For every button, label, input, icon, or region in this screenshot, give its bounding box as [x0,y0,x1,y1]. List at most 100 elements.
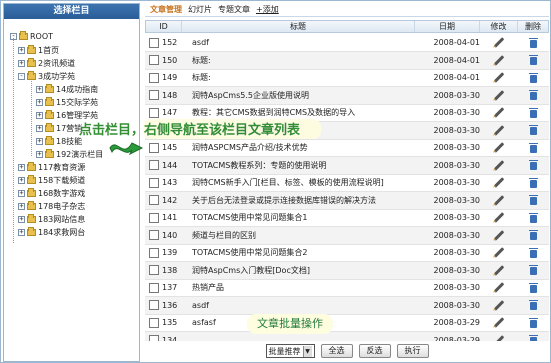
pencil-icon[interactable] [493,212,505,223]
row-checkbox[interactable] [149,212,159,223]
expand-icon[interactable]: + [18,202,25,210]
row-title[interactable]: 热销产品 [192,282,415,293]
table-row[interactable]: 149 标题: 2008-04-01 [145,69,549,87]
row-checkbox[interactable] [149,247,159,258]
row-title[interactable]: 频道与栏目的区别 [192,230,415,241]
col-id[interactable]: ID [146,21,182,32]
edit-cell[interactable] [480,159,518,171]
pencil-icon[interactable] [493,264,505,276]
table-row[interactable]: 138 润特AspCms入门教程[Doc文档] 2008-03-30 [145,261,549,280]
tree-node-item[interactable]: +168数字游戏 [18,187,85,199]
expand-icon[interactable]: + [36,98,43,106]
col-title[interactable]: 标题 [182,21,415,32]
expand-icon[interactable]: + [36,85,43,93]
tab-0[interactable]: 文章管理 [150,4,182,15]
delete-cell[interactable] [518,72,548,83]
trash-icon[interactable] [528,125,538,135]
row-title[interactable]: asdf [192,301,415,310]
add-article-link[interactable]: +添加 [256,4,279,15]
tree-node-item[interactable]: +117教育资源 [18,161,85,173]
tree-node-item[interactable]: +192演示栏目 [36,148,103,160]
tree-node-item[interactable]: +183网站信息 [18,213,85,225]
pencil-icon[interactable] [493,194,505,206]
delete-cell[interactable] [518,300,548,310]
edit-cell[interactable] [480,264,518,276]
row-title[interactable]: 教程：其它CMS数据到润特CMS及数据的导入 [192,107,415,118]
tree-node-item[interactable]: +184求救网台 [18,226,85,238]
delete-cell[interactable] [518,317,548,328]
pencil-icon[interactable] [493,89,505,101]
select-all-button[interactable]: 全选 [320,344,353,358]
row-title[interactable]: 标题: [192,55,415,66]
table-row[interactable]: 137 热销产品 2008-03-30 [145,279,549,297]
pencil-icon[interactable] [493,107,505,118]
expand-icon[interactable]: + [18,46,25,54]
expand-icon[interactable]: + [36,137,43,145]
tree-node-item[interactable]: +158下载频道 [18,174,85,186]
pencil-icon[interactable] [493,282,505,293]
row-checkbox[interactable] [149,72,159,83]
pencil-icon[interactable] [493,124,505,136]
trash-icon[interactable] [528,247,538,258]
chevron-down-icon[interactable]: ▼ [302,345,312,357]
trash-icon[interactable] [528,160,538,170]
collapse-icon[interactable]: - [18,72,25,80]
edit-cell[interactable] [480,282,518,293]
execute-button[interactable]: 执行 [396,344,429,358]
pencil-icon[interactable] [493,54,505,66]
edit-cell[interactable] [480,72,518,83]
edit-cell[interactable] [480,89,518,101]
expand-icon[interactable]: + [36,111,43,119]
pencil-icon[interactable] [493,317,505,328]
pencil-icon[interactable] [493,229,505,241]
table-row[interactable]: 140 频道与栏目的区别 2008-03-30 [145,226,549,245]
delete-cell[interactable] [518,160,548,170]
row-checkbox[interactable] [149,317,159,328]
trash-icon[interactable] [528,265,538,275]
expand-icon[interactable]: + [18,189,25,197]
tree-node-item[interactable]: - 3成功学苑 [18,70,75,82]
trash-icon[interactable] [528,300,538,310]
delete-cell[interactable] [518,247,548,258]
tree-node-root[interactable]: - ROOT [10,30,53,42]
table-row[interactable]: 145 润特ASPCMS产品介绍/技术优势 2008-03-30 [145,139,549,157]
trash-icon[interactable] [528,107,538,118]
row-title[interactable]: 润特CMS新手入门[栏目、标签、模板的使用流程说明] [192,177,415,188]
row-checkbox[interactable] [149,282,159,293]
pencil-icon[interactable] [493,177,505,188]
tree-node-item[interactable]: +2资讯频道 [18,57,75,69]
trash-icon[interactable] [528,230,538,240]
table-row[interactable]: 135 asfasf 2008-03-29 [145,314,549,332]
pencil-icon[interactable] [493,159,505,171]
edit-cell[interactable] [480,177,518,188]
expand-icon[interactable]: + [18,215,25,223]
table-row[interactable]: 144 TOTACMS教程系列：专题的使用说明 2008-03-30 [145,156,549,175]
table-row[interactable]: 136 asdf 2008-03-30 [145,296,549,315]
table-row[interactable]: 141 TOTACMS使用中常见问题集合1 2008-03-30 [145,209,549,227]
trash-icon[interactable] [528,212,538,223]
trash-icon[interactable] [528,142,538,153]
table-row[interactable]: 142 关于后台无法登录或提示连接数据库错误的解决方法 2008-03-30 [145,191,549,210]
edit-cell[interactable] [480,107,518,118]
row-title[interactable]: 关于后台无法登录或提示连接数据库错误的解决方法 [192,195,415,206]
edit-cell[interactable] [480,229,518,241]
row-checkbox[interactable] [149,230,159,240]
expand-icon[interactable]: + [18,59,25,67]
expand-icon[interactable]: + [18,176,25,184]
delete-cell[interactable] [518,230,548,240]
delete-cell[interactable] [518,177,548,188]
row-checkbox[interactable] [149,265,159,275]
row-title[interactable]: TOTACMS使用中常见问题集合2 [192,247,415,258]
row-checkbox[interactable] [149,300,159,310]
edit-cell[interactable] [480,212,518,223]
table-row[interactable]: 150 标题: 2008-04-01 [145,51,549,70]
edit-cell[interactable] [480,299,518,311]
edit-cell[interactable] [480,124,518,136]
row-checkbox[interactable] [149,177,159,188]
tree-node-item[interactable]: +178电子杂志 [18,200,85,212]
pencil-icon[interactable] [493,247,505,258]
delete-cell[interactable] [518,90,548,100]
tab-2[interactable]: 专题文章 [218,4,250,15]
expand-icon[interactable]: + [36,124,43,132]
tree-node-item[interactable]: +1首页 [18,44,59,56]
